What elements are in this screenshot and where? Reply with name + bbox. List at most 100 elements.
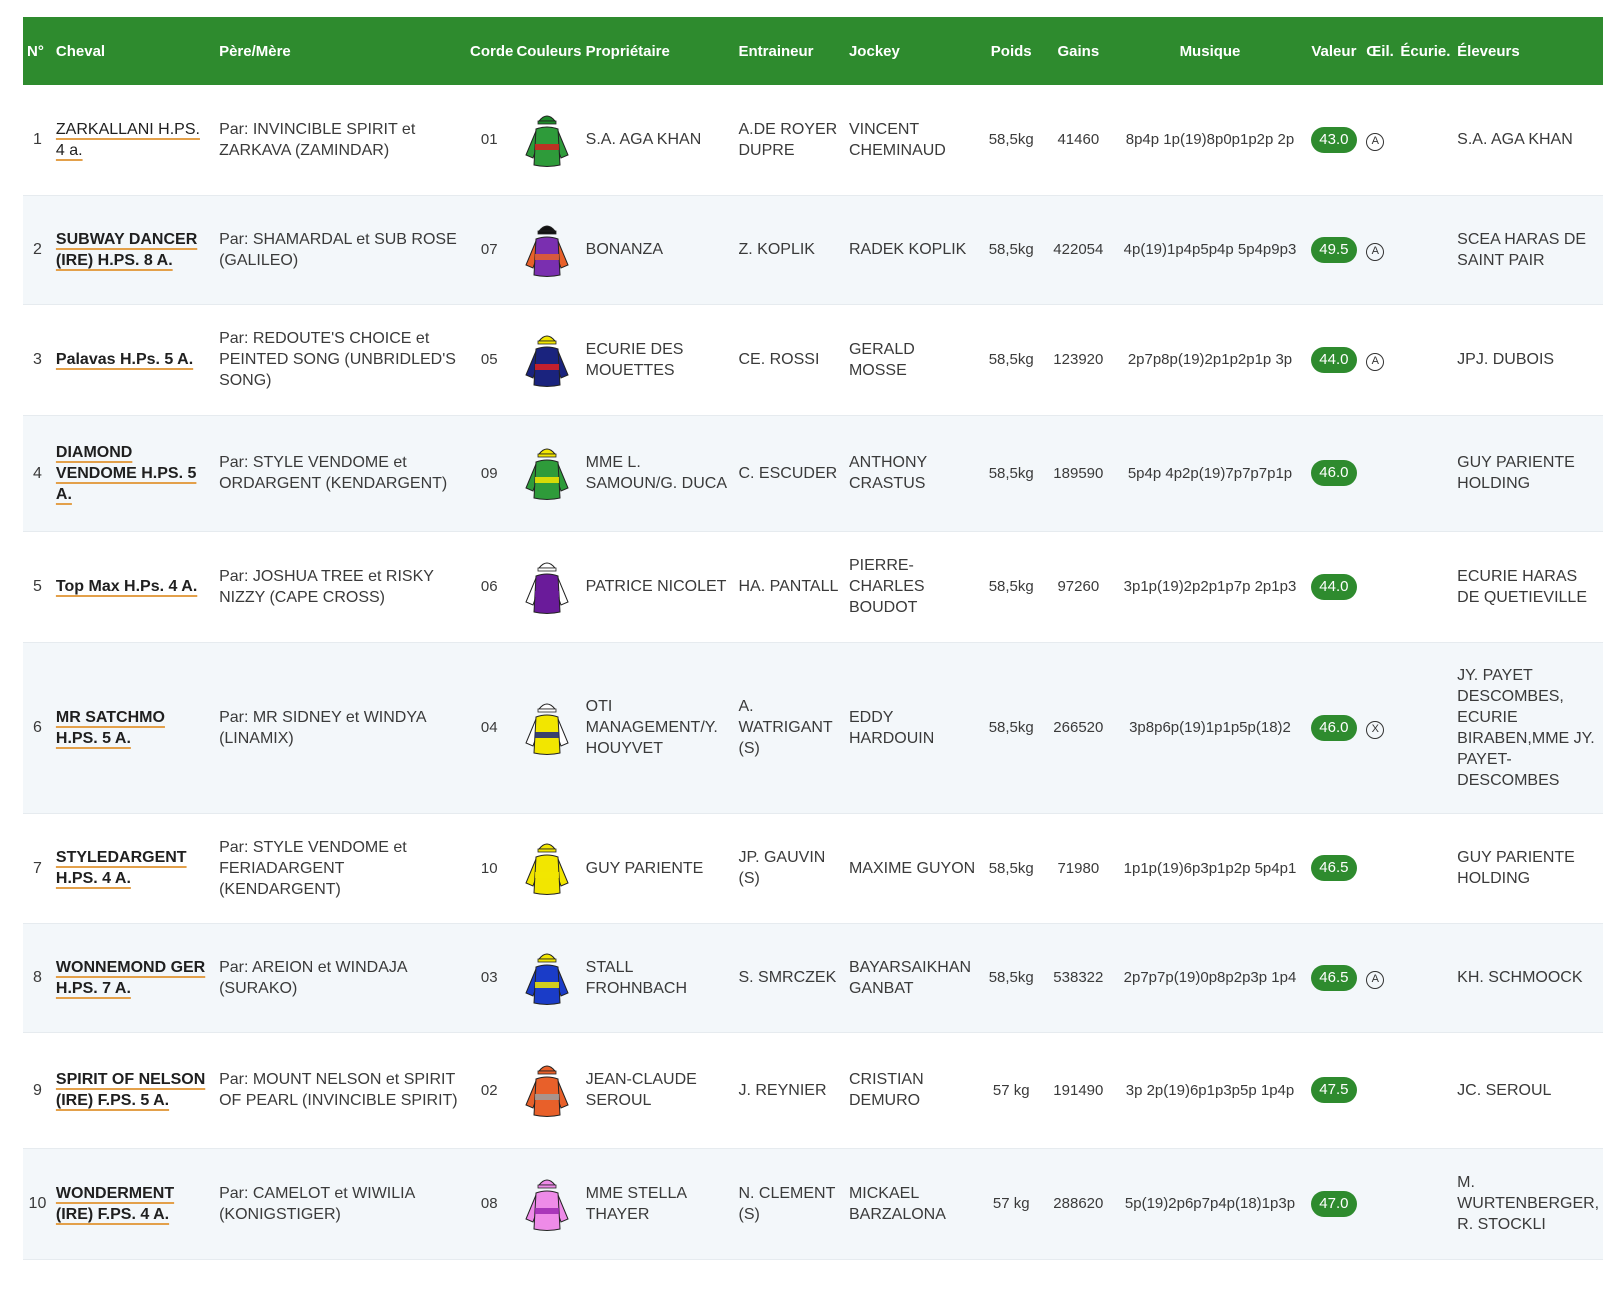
cell-value: 47.5 bbox=[1306, 1032, 1363, 1148]
table-row[interactable]: 4 DIAMOND VENDOME H.PS. 5 A. Par: STYLE VE… bbox=[23, 415, 1603, 531]
horse-link[interactable]: DIAMOND VENDOME H.PS. 5 A. bbox=[56, 444, 196, 503]
table-row[interactable]: 1 ZARKALLANI H.PS. 4 a. Par: INVINCIBLE SP… bbox=[23, 85, 1603, 195]
cell-breeders: JPJ. DUBOIS bbox=[1457, 351, 1555, 368]
horse-link[interactable]: Palavas H.Ps. 5 A. bbox=[56, 351, 193, 368]
jockey-silk-icon bbox=[516, 558, 577, 616]
cell-gains: 266520 bbox=[1053, 719, 1104, 736]
value-badge: 43.0 bbox=[1311, 126, 1357, 153]
cell-value: 44.0 bbox=[1306, 531, 1363, 642]
cell-weight: 58,5kg bbox=[988, 578, 1034, 595]
header-trainer[interactable]: Entraineur bbox=[734, 17, 844, 85]
table-row[interactable]: 8 WONNEMOND GER H.PS. 7 A. Par: AREION et … bbox=[23, 923, 1603, 1032]
cell-gains: 422054 bbox=[1053, 241, 1104, 258]
cell-colors bbox=[512, 1148, 581, 1259]
table-row[interactable]: 3 Palavas H.Ps. 5 A. Par: REDOUTE'S CHOICE… bbox=[23, 304, 1603, 415]
cell-value: 46.5 bbox=[1306, 923, 1363, 1032]
header-value[interactable]: Valeur bbox=[1306, 17, 1363, 85]
table-row[interactable]: 2 SUBWAY DANCER (IRE) H.PS. 8 A. Par: SHAM… bbox=[23, 195, 1603, 304]
cell-weight: 58,5kg bbox=[988, 859, 1034, 877]
cell-horse: DIAMOND VENDOME H.PS. 5 A. bbox=[52, 415, 215, 531]
header-owner[interactable]: Propriétaire bbox=[582, 17, 735, 85]
cell-eye: A bbox=[1362, 195, 1396, 304]
value-badge: 46.5 bbox=[1311, 855, 1357, 881]
cell-eye: A bbox=[1362, 85, 1396, 195]
cell-music: 2p7p8p(19)2p1p2p1p 3p bbox=[1127, 351, 1293, 368]
cell-trainer: HA. PANTALL bbox=[738, 578, 839, 595]
cell-owner: MME STELLA THAYER bbox=[585, 1184, 687, 1223]
cell-stable bbox=[1396, 304, 1453, 415]
header-stable[interactable]: Écurie. bbox=[1396, 17, 1453, 85]
cell-eye bbox=[1362, 531, 1396, 642]
header-eye[interactable]: Œil. bbox=[1362, 17, 1396, 85]
cell-horse: SPIRIT OF NELSON (IRE) F.PS. 5 A. bbox=[52, 1032, 215, 1148]
cell-horse: MR SATCHMO H.PS. 5 A. bbox=[52, 642, 215, 813]
header-jockey[interactable]: Jockey bbox=[845, 17, 980, 85]
cell-eye: A bbox=[1362, 923, 1396, 1032]
horse-link[interactable]: ZARKALLANI H.PS. 4 a. bbox=[56, 121, 200, 159]
cell-breeders: ECURIE HARAS DE QUETIEVILLE bbox=[1457, 567, 1587, 606]
header-num[interactable]: N° bbox=[23, 17, 52, 85]
cell-jockey: CRISTIAN DEMURO bbox=[848, 1071, 924, 1109]
cell-corde: 01 bbox=[480, 131, 498, 149]
cell-value: 44.0 bbox=[1306, 304, 1363, 415]
header-breeders[interactable]: Éleveurs bbox=[1453, 17, 1603, 85]
cell-corde: 02 bbox=[480, 1081, 498, 1099]
cell-owner: MME L. SAMOUN/G. DUCA bbox=[585, 454, 727, 492]
horse-link[interactable]: Top Max H.Ps. 4 A. bbox=[56, 578, 197, 595]
header-corde[interactable]: Corde bbox=[466, 17, 513, 85]
cell-jockey: PIERRE-CHARLES BOUDOT bbox=[848, 557, 925, 616]
header-weight[interactable]: Poids bbox=[980, 17, 1042, 85]
cell-horse: WONDERMENT (IRE) F.PS. 4 A. bbox=[52, 1148, 215, 1259]
header-music[interactable]: Musique bbox=[1114, 17, 1305, 85]
cell-horse: SUBWAY DANCER (IRE) H.PS. 8 A. bbox=[52, 195, 215, 304]
cell-music: 2p7p7p(19)0p8p2p3p 1p4 bbox=[1123, 969, 1297, 986]
header-parents[interactable]: Père/Mère bbox=[215, 17, 466, 85]
cell-weight: 57 kg bbox=[992, 1081, 1030, 1099]
cell-gains: 288620 bbox=[1053, 1195, 1104, 1212]
horse-link[interactable]: SUBWAY DANCER (IRE) H.PS. 8 A. bbox=[56, 231, 197, 269]
cell-gains: 538322 bbox=[1053, 969, 1104, 986]
jockey-silk-icon bbox=[516, 1175, 577, 1233]
cell-value: 46.0 bbox=[1306, 642, 1363, 813]
cell-trainer: A.DE ROYER DUPRE bbox=[738, 120, 838, 159]
cell-jockey: MAXIME GUYON bbox=[848, 859, 976, 877]
cell-jockey: ANTHONY CRASTUS bbox=[848, 454, 927, 492]
blinkers-removed-icon: X bbox=[1366, 720, 1385, 739]
cell-parents: Par: MR SIDNEY et WINDYA (LINAMIX) bbox=[219, 708, 426, 747]
table-row[interactable]: 7 STYLEDARGENT H.PS. 4 A. Par: STYLE VENDO… bbox=[23, 813, 1603, 923]
table-row[interactable]: 10 WONDERMENT (IRE) F.PS. 4 A. Par: CAMELO… bbox=[23, 1148, 1603, 1259]
cell-jockey: BAYARSAIKHAN GANBAT bbox=[848, 958, 972, 997]
header-colors[interactable]: Couleurs bbox=[512, 17, 581, 85]
horse-link[interactable]: MR SATCHMO H.PS. 5 A. bbox=[56, 709, 165, 747]
cell-num: 5 bbox=[33, 578, 42, 595]
cell-num: 7 bbox=[33, 859, 42, 877]
table-row[interactable]: 5 Top Max H.Ps. 4 A. Par: JOSHUA TREE et R… bbox=[23, 531, 1603, 642]
cell-weight: 58,5kg bbox=[988, 241, 1034, 258]
cell-trainer: N. CLEMENT (S) bbox=[738, 1184, 836, 1223]
header-gains[interactable]: Gains bbox=[1042, 17, 1114, 85]
jockey-silk-icon bbox=[516, 221, 577, 279]
cell-weight: 58,5kg bbox=[988, 131, 1034, 149]
value-badge: 46.0 bbox=[1311, 460, 1357, 486]
cell-colors bbox=[512, 85, 581, 195]
horse-link[interactable]: SPIRIT OF NELSON (IRE) F.PS. 5 A. bbox=[56, 1071, 205, 1109]
cell-eye: X bbox=[1362, 642, 1396, 813]
cell-stable bbox=[1396, 195, 1453, 304]
cell-breeders: M. WURTENBERGER, R. STOCKLI bbox=[1457, 1174, 1600, 1233]
cell-breeders: GUY PARIENTE HOLDING bbox=[1457, 849, 1575, 887]
cell-parents: Par: INVINCIBLE SPIRIT et ZARKAVA (ZAMIN… bbox=[219, 120, 416, 159]
horse-link[interactable]: STYLEDARGENT H.PS. 4 A. bbox=[56, 849, 187, 887]
cell-num: 2 bbox=[33, 241, 42, 258]
cell-parents: Par: CAMELOT et WIWILIA (KONIGSTIGER) bbox=[219, 1184, 415, 1223]
header-horse[interactable]: Cheval bbox=[52, 17, 215, 85]
table-row[interactable]: 6 MR SATCHMO H.PS. 5 A. Par: MR SIDNEY et … bbox=[23, 642, 1603, 813]
cell-parents: Par: AREION et WINDAJA (SURAKO) bbox=[219, 958, 407, 997]
cell-gains: 189590 bbox=[1053, 464, 1104, 482]
cell-owner: GUY PARIENTE bbox=[585, 859, 704, 877]
cell-horse: WONNEMOND GER H.PS. 7 A. bbox=[52, 923, 215, 1032]
horse-link[interactable]: WONDERMENT (IRE) F.PS. 4 A. bbox=[56, 1185, 174, 1223]
cell-music: 1p1p(19)6p3p1p2p 5p4p1 bbox=[1123, 859, 1297, 877]
table-row[interactable]: 9 SPIRIT OF NELSON (IRE) F.PS. 5 A. Par: M… bbox=[23, 1032, 1603, 1148]
horse-link[interactable]: WONNEMOND GER H.PS. 7 A. bbox=[56, 959, 205, 997]
cell-stable bbox=[1396, 813, 1453, 923]
